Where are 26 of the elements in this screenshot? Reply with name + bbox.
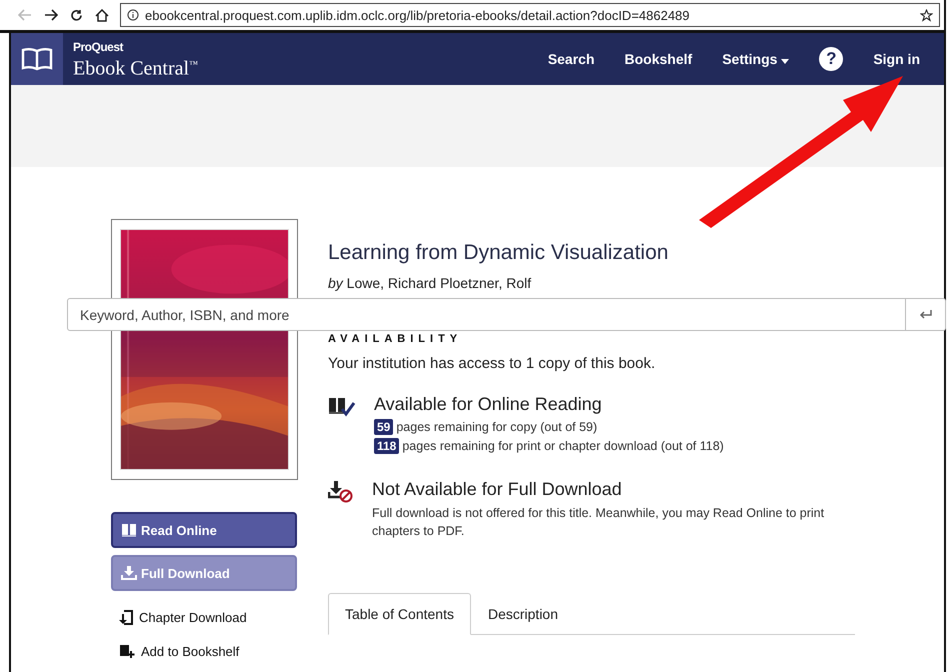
help-button[interactable]: ?	[819, 47, 844, 71]
search-field[interactable]: Keyword, Author, ISBN, and more	[67, 298, 906, 331]
count-badge: 59	[374, 419, 394, 435]
availability-title: Not Available for Full Download	[372, 479, 623, 500]
url-text: ebookcentral.proquest.com.uplib.idm.oclc.org/lib/pretoria-ebooks/detail.action?docID=4862489	[145, 8, 690, 22]
nav-link[interactable]: Search	[548, 51, 595, 67]
settings-menu[interactable]: Settings	[722, 51, 790, 67]
nav-link[interactable]: Bookshelf	[624, 51, 692, 67]
brand-name: ProQuest	[73, 40, 124, 54]
tab[interactable]: Description	[470, 593, 575, 635]
tab[interactable]: Table of Contents	[328, 593, 471, 635]
section-heading: AVAILABILITY	[328, 333, 464, 346]
pages-text: pages remaining for print or chapter download (out of 118)	[402, 439, 724, 453]
product-name: Ebook Central$^{™}$	[73, 56, 198, 78]
book-title: Learning from Dynamic Visualization	[328, 241, 670, 265]
count-badge: 118	[374, 438, 400, 454]
pages-text: pages remaining for copy (out of 59)	[396, 420, 598, 434]
action-link[interactable]: Add to Bookshelf	[111, 636, 297, 666]
availability-note: Full download is not offered for this title. Meanwhile, you may Read Online to print chapters to PDF.	[372, 505, 826, 540]
action-button[interactable]: Read Online	[111, 512, 297, 548]
author-line: by Lowe, Richard Ploetzner, Rolf	[328, 275, 532, 291]
availability-title: Available for Online Reading	[374, 394, 603, 415]
access-summary: Your institution has access to 1 copy of this book.	[328, 355, 656, 372]
nav-link[interactable]: Sign in	[873, 51, 920, 67]
action-link[interactable]: Chapter Download	[111, 602, 297, 632]
address-bar[interactable]: ebookcentral.proquest.com.uplib.idm.oclc.org/lib/pretoria-ebooks/detail.action?docID=4862489	[120, 3, 940, 27]
